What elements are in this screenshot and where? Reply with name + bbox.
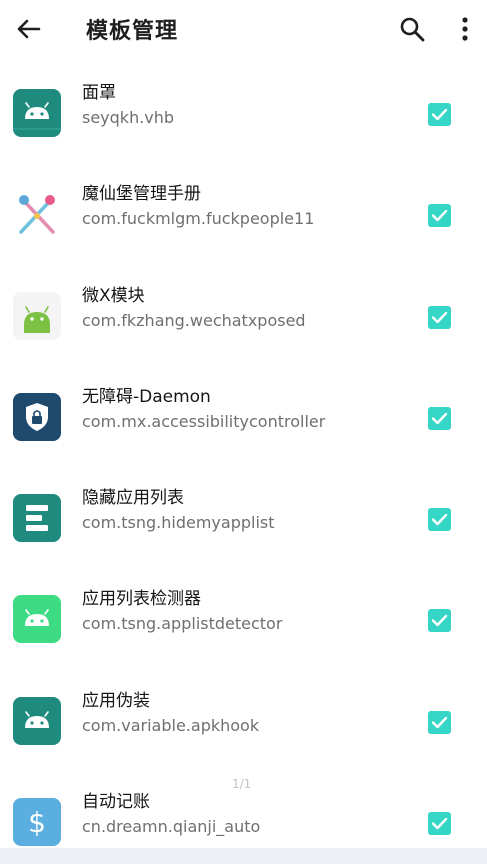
module-name: 无障碍-Daemon [82,386,211,407]
enabled-checkbox[interactable] [428,710,451,734]
android-teal-icon [13,89,61,137]
module-package: seyqkh.vhb [82,108,175,127]
enabled-checkbox[interactable] [428,305,451,329]
list-item[interactable]: 微X模块 com.fkzhang.wechatxposed [0,261,487,362]
module-name: 应用伪装 [82,690,150,711]
module-package: com.fuckmlgm.fuckpeople11 [82,209,315,229]
dollar-icon: $ [13,798,61,847]
module-package: cn.dreamn.qianji_auto [82,817,261,837]
android-green-icon [13,595,61,644]
module-package: com.tsng.hidemyapplist [82,513,275,533]
list-item[interactable]: 应用列表检测器 com.tsng.applistdetector [0,564,487,665]
list-blocks-icon [13,494,61,543]
android-green-icon [13,291,61,340]
page-indicator: 1/1 [232,777,252,791]
module-name: 魔仙堡管理手册 [82,184,201,205]
module-package: com.variable.apkhook [82,715,260,735]
module-name: 面罩 [82,83,116,103]
module-package: com.fkzhang.wechatxposed [82,310,306,330]
module-name: 自动记账 [82,792,150,813]
more-vert-icon[interactable] [452,14,478,44]
app-bar: 模板管理 [0,0,487,58]
list-item[interactable]: 魔仙堡管理手册 com.fuckmlgm.fuckpeople11 [0,159,487,260]
list-item[interactable]: 应用伪装 com.variable.apkhook [0,666,487,767]
list-item[interactable]: 无障碍-Daemon com.mx.accessibilitycontrolle… [0,362,487,463]
page-title: 模板管理 [86,19,179,44]
shield-lock-icon [13,392,61,441]
enabled-checkbox[interactable] [428,406,451,430]
bottom-strip [0,848,487,864]
enabled-checkbox[interactable] [428,204,451,228]
list-item[interactable]: 面罩 seyqkh.vhb [0,58,487,159]
enabled-checkbox[interactable] [428,103,451,126]
enabled-checkbox[interactable] [428,609,451,633]
enabled-checkbox[interactable] [428,812,451,836]
search-icon[interactable] [397,14,427,44]
module-name: 应用列表检测器 [82,589,201,610]
module-list: 面罩 seyqkh.vhb 魔仙堡管理手册 com.fuckmlgm.fuckp… [0,58,487,868]
wand-icon [13,190,61,239]
list-item[interactable]: 隐藏应用列表 com.tsng.hidemyapplist [0,463,487,564]
module-package: com.mx.accessibilitycontroller [82,411,326,431]
android-teal-icon [13,696,61,745]
arrow-left-icon[interactable] [14,14,44,44]
enabled-checkbox[interactable] [428,508,451,532]
module-name: 微X模块 [82,285,145,306]
module-package: com.tsng.applistdetector [82,614,283,634]
svg-text:$: $ [28,806,46,839]
module-name: 隐藏应用列表 [82,488,184,509]
